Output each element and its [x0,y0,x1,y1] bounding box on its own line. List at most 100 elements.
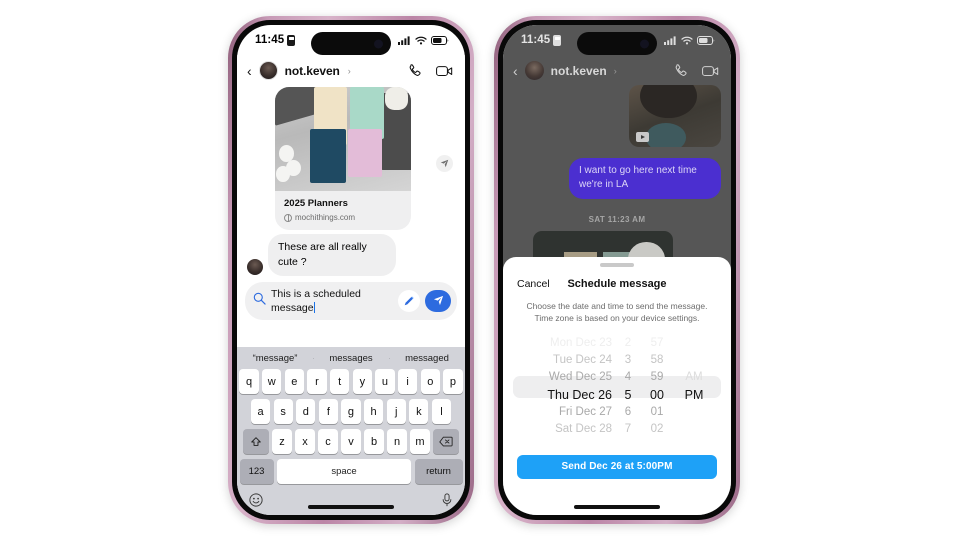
share-icon[interactable] [436,155,453,172]
suggestion-bar[interactable]: “message” messages messaged [237,347,465,369]
schedule-message-sheet: Cancel Schedule message Choose the date … [503,257,731,515]
cellular-icon [398,35,410,45]
link-title: 2025 Planners [284,198,348,209]
date-wheel[interactable]: Mon Dec 23 Tue Dec 24 Wed Dec 25 Thu Dec… [520,335,616,439]
video-icon-right[interactable] [702,64,719,78]
key-d[interactable]: d [296,399,316,424]
key-z[interactable]: z [272,429,292,454]
link-preview-card[interactable]: 2025 Planners mochithings.com [275,87,411,231]
date-option-1[interactable]: Tue Dec 24 [520,352,616,369]
outgoing-message-bubble[interactable]: I want to go here next time we're in LA [569,158,721,199]
ampm-option-am[interactable]: AM [674,369,714,386]
phone-icon-right[interactable] [673,63,688,78]
key-w[interactable]: w [262,369,282,394]
backspace-icon[interactable] [433,429,460,454]
keyboard-row-3: z x c v b n m [237,429,465,454]
key-o[interactable]: o [420,369,440,394]
key-p[interactable]: p [443,369,463,394]
page-title[interactable]: not.keven [285,64,340,78]
key-c[interactable]: c [318,429,338,454]
minute-option-2[interactable]: 59 [640,369,674,386]
key-f[interactable]: f [318,399,338,424]
suggestion-2[interactable]: messaged [389,353,465,364]
key-q[interactable]: q [239,369,259,394]
key-l[interactable]: l [431,399,451,424]
play-icon[interactable] [636,132,649,142]
minute-option-selected[interactable]: 00 [640,387,674,404]
hour-option-1[interactable]: 3 [616,352,640,369]
front-camera-icon-right [640,39,649,48]
phone-icon[interactable] [407,63,422,78]
home-indicator-right[interactable] [574,505,660,509]
home-indicator[interactable] [308,505,394,509]
minute-wheel[interactable]: 57 58 59 00 01 02 03 [640,335,674,439]
avatar[interactable] [258,61,278,80]
key-s[interactable]: s [273,399,293,424]
date-option-5[interactable]: Sat Dec 28 [520,421,616,438]
hour-option-5[interactable]: 7 [616,421,640,438]
date-option-selected[interactable]: Thu Dec 26 [520,387,616,404]
key-k[interactable]: k [409,399,429,424]
incoming-message-bubble[interactable]: These are all really cute ? [268,234,396,276]
key-e[interactable]: e [284,369,304,394]
suggestion-0[interactable]: “message” [237,353,313,364]
key-g[interactable]: g [341,399,361,424]
keyboard-bottom-row [237,489,465,513]
key-h[interactable]: h [364,399,384,424]
key-x[interactable]: x [295,429,315,454]
key-j[interactable]: j [386,399,406,424]
return-key[interactable]: return [414,459,463,484]
minute-option-4[interactable]: 01 [640,404,674,421]
avatar-right[interactable] [524,61,544,80]
ampm-wheel[interactable]: . . AM PM . . . [674,335,714,439]
message-input-bar[interactable]: This is a scheduled message [245,281,457,321]
on-screen-keyboard[interactable]: “message” messages messaged q w e r t y … [237,347,465,515]
record-icon-right [553,34,562,46]
shift-icon[interactable] [242,429,269,454]
minute-option-5[interactable]: 02 [640,421,674,438]
key-b[interactable]: b [364,429,384,454]
link-url: mochithings.com [295,213,356,223]
minute-option-0[interactable]: 57 [640,335,674,352]
hour-option-4[interactable]: 6 [616,404,640,421]
ampm-option-selected[interactable]: PM [674,387,714,404]
message-input-text[interactable]: This is a scheduled message [271,287,393,315]
datetime-picker[interactable]: Mon Dec 23 Tue Dec 24 Wed Dec 25 Thu Dec… [503,335,731,439]
date-option-2[interactable]: Wed Dec 25 [520,369,616,386]
video-icon[interactable] [436,64,453,78]
hour-wheel[interactable]: 2 3 4 5 6 7 8 [616,335,640,439]
suggestion-1[interactable]: messages [313,353,389,364]
chat-body: 2025 Planners mochithings.com These are … [237,87,465,276]
hour-option-selected[interactable]: 5 [616,387,640,404]
back-button-right[interactable]: ‹ [513,63,518,79]
key-a[interactable]: a [251,399,271,424]
food-photo-attachment[interactable] [629,85,721,147]
date-option-4[interactable]: Fri Dec 27 [520,404,616,421]
status-time-group: 11:45 [255,34,296,46]
key-y[interactable]: y [352,369,372,394]
key-t[interactable]: t [330,369,350,394]
sheet-grabber[interactable] [600,263,634,267]
pencil-icon[interactable] [398,289,420,312]
microphone-icon[interactable] [441,493,453,512]
hour-option-2[interactable]: 4 [616,369,640,386]
status-time-right: 11:45 [521,34,551,46]
key-u[interactable]: u [375,369,395,394]
key-i[interactable]: i [398,369,418,394]
key-n[interactable]: n [387,429,407,454]
hour-option-0[interactable]: 2 [616,335,640,352]
search-icon[interactable] [253,292,266,310]
numbers-key[interactable]: 123 [239,459,274,484]
page-title-right[interactable]: not.keven [551,64,607,78]
space-key[interactable]: space [277,459,411,484]
send-scheduled-button[interactable]: Send Dec 26 at 5:00PM [517,454,717,479]
cellular-icon-right [664,35,676,45]
key-v[interactable]: v [341,429,361,454]
send-button[interactable] [425,289,451,312]
minute-option-1[interactable]: 58 [640,352,674,369]
key-m[interactable]: m [410,429,430,454]
key-r[interactable]: r [307,369,327,394]
back-button[interactable]: ‹ [247,63,252,79]
emoji-icon[interactable] [249,493,263,512]
date-option-0[interactable]: Mon Dec 23 [520,335,616,352]
